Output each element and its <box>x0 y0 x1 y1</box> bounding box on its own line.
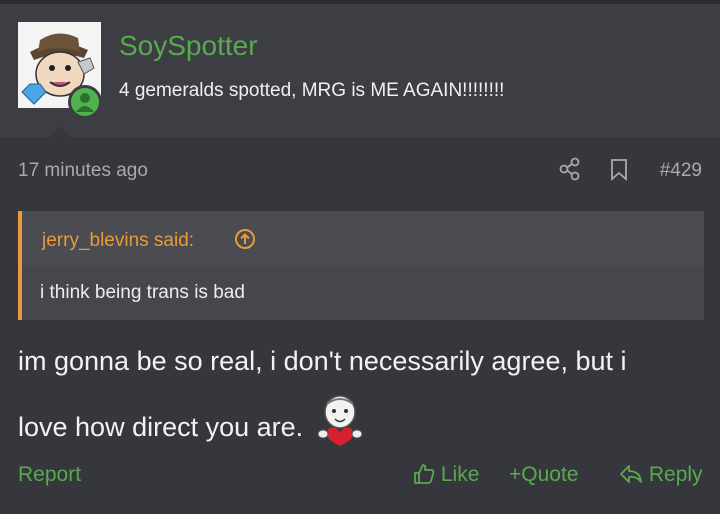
soyjak-heart-emoji-icon <box>311 390 369 448</box>
reply-button[interactable]: Reply <box>619 463 703 491</box>
post-body: im gonna be so real, i don't necessarily… <box>18 333 708 456</box>
like-button[interactable]: Like <box>413 463 479 491</box>
thumbs-up-icon <box>413 463 435 491</box>
quote-label: Quote <box>521 463 579 486</box>
online-status-icon <box>68 85 102 119</box>
user-title: 4 gemeralds spotted, MRG is ME AGAIN!!!!… <box>119 80 505 101</box>
like-label: Like <box>440 463 480 486</box>
post-number[interactable]: #429 <box>660 160 702 182</box>
report-link[interactable]: Report <box>18 463 81 487</box>
post-body-line-with-emoji: love how direct you are. <box>18 390 708 456</box>
quote-author-link[interactable]: jerry_blevins said: <box>42 230 194 252</box>
post-timestamp[interactable]: 17 minutes ago <box>18 160 148 182</box>
share-icon[interactable] <box>559 157 581 181</box>
quote-text: i think being trans is bad <box>40 282 245 303</box>
reply-icon <box>619 463 643 491</box>
username-link[interactable]: SoySpotter <box>119 30 258 62</box>
header-pointer <box>45 126 73 141</box>
post-body-line: im gonna be so real, i don't necessarily… <box>18 346 627 376</box>
post-body-text: love how direct you are. <box>18 412 304 442</box>
arrow-up-circle-icon[interactable] <box>234 228 256 250</box>
quote-header: jerry_blevins said: <box>22 211 704 267</box>
reply-label: Reply <box>648 463 703 486</box>
quote-button[interactable]: +Quote <box>509 463 578 487</box>
bookmark-icon[interactable] <box>608 157 630 181</box>
post-header: SoySpotter 4 gemeralds spotted, MRG is M… <box>0 4 720 141</box>
quote-block: jerry_blevins said: i think being trans … <box>18 211 704 320</box>
plus-icon: + <box>509 463 522 486</box>
